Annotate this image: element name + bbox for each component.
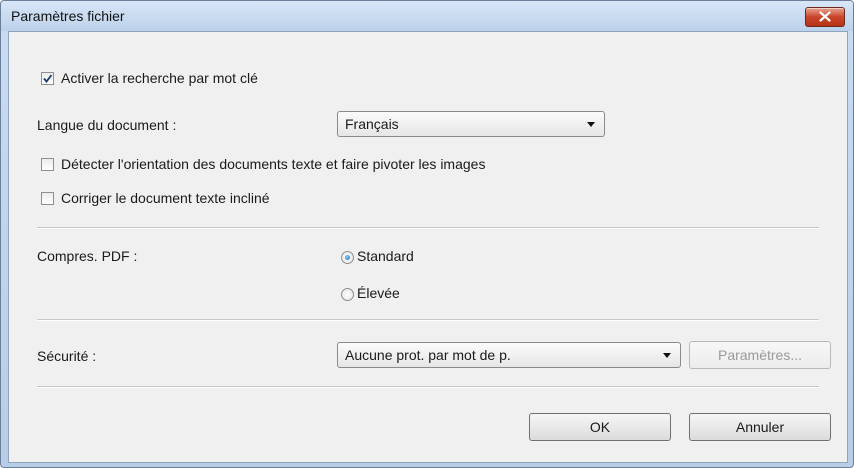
ok-button[interactable]: OK bbox=[529, 413, 671, 441]
document-language-label: Langue du document : bbox=[37, 117, 177, 133]
document-language-value: Français bbox=[345, 116, 399, 132]
compression-standard-label: Standard bbox=[357, 248, 414, 264]
security-settings-button[interactable]: Paramètres... bbox=[689, 341, 831, 369]
separator bbox=[37, 227, 819, 229]
security-label: Sécurité : bbox=[37, 348, 97, 364]
separator bbox=[37, 319, 819, 321]
compression-high-radio[interactable] bbox=[341, 288, 354, 301]
compression-standard-radio[interactable] bbox=[341, 251, 354, 264]
keyword-search-label: Activer la recherche par mot clé bbox=[61, 70, 258, 86]
compression-high-label: Élevée bbox=[357, 285, 400, 301]
dialog-body: Activer la recherche par mot clé Langue … bbox=[8, 31, 848, 463]
chevron-down-icon bbox=[663, 353, 671, 358]
chevron-down-icon bbox=[587, 122, 595, 127]
file-settings-dialog: Paramètres fichier Activer la recherche … bbox=[0, 0, 854, 468]
detect-orientation-checkbox[interactable] bbox=[41, 158, 54, 171]
pdf-compression-label: Compres. PDF : bbox=[37, 248, 138, 264]
document-language-select[interactable]: Français bbox=[337, 111, 605, 137]
radio-selected-dot bbox=[345, 255, 350, 260]
cancel-button[interactable]: Annuler bbox=[689, 413, 831, 441]
separator bbox=[37, 386, 819, 388]
title-bar: Paramètres fichier bbox=[1, 1, 853, 31]
dialog-title: Paramètres fichier bbox=[11, 8, 125, 24]
security-select[interactable]: Aucune prot. par mot de p. bbox=[337, 342, 681, 368]
correct-skew-checkbox[interactable] bbox=[41, 192, 54, 205]
close-button[interactable] bbox=[805, 7, 845, 27]
security-value: Aucune prot. par mot de p. bbox=[345, 347, 511, 363]
close-icon bbox=[819, 11, 831, 22]
keyword-search-checkbox[interactable] bbox=[41, 72, 54, 85]
detect-orientation-label: Détecter l'orientation des documents tex… bbox=[61, 156, 486, 172]
correct-skew-label: Corriger le document texte incliné bbox=[61, 190, 270, 206]
check-icon bbox=[43, 74, 53, 83]
